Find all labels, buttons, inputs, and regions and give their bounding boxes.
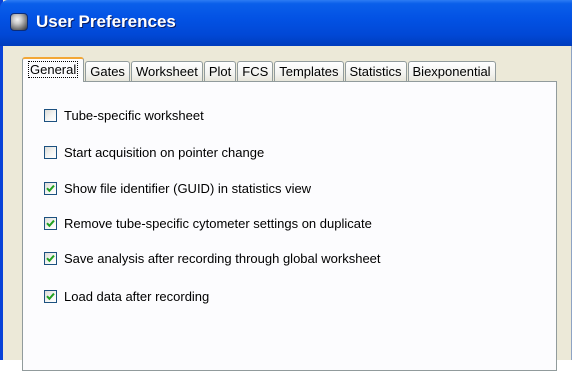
general-settings-panel: Tube-specific worksheet Start acquisitio… — [22, 81, 557, 371]
start-acquisition-checkbox[interactable] — [44, 145, 57, 159]
checkmark-icon — [46, 292, 55, 300]
tab-biexponential[interactable]: Biexponential — [407, 61, 496, 82]
option-label: Save analysis after recording through gl… — [64, 250, 381, 266]
tab-label: General — [28, 61, 79, 78]
tab-fcs[interactable]: FCS — [237, 61, 274, 82]
remove-tube-settings-checkbox[interactable] — [44, 216, 57, 230]
option-save-analysis-after-recording[interactable]: Save analysis after recording through gl… — [44, 250, 381, 266]
window-title: User Preferences — [36, 12, 176, 31]
option-start-acquisition-on-pointer-change[interactable]: Start acquisition on pointer change — [44, 144, 264, 160]
tab-plot[interactable]: Plot — [203, 61, 237, 82]
option-label: Remove tube-specific cytometer settings … — [64, 215, 372, 231]
show-file-identifier-checkbox[interactable] — [44, 181, 57, 195]
checkmark-icon — [46, 219, 55, 227]
option-label: Load data after recording — [64, 288, 210, 304]
title-bar[interactable]: User Preferences — [0, 0, 572, 46]
user-preferences-window: User Preferences General Gates Worksheet… — [0, 0, 572, 371]
option-show-file-identifier[interactable]: Show file identifier (GUID) in statistic… — [44, 180, 311, 196]
tab-general[interactable]: General — [22, 57, 85, 82]
option-load-data-after-recording[interactable]: Load data after recording — [44, 288, 209, 304]
option-remove-tube-specific-settings[interactable]: Remove tube-specific cytometer settings … — [44, 215, 372, 231]
option-label: Show file identifier (GUID) in statistic… — [64, 180, 312, 196]
tab-templates[interactable]: Templates — [274, 61, 344, 82]
save-analysis-checkbox[interactable] — [44, 251, 57, 265]
load-data-checkbox[interactable] — [44, 289, 57, 303]
tab-gates[interactable]: Gates — [85, 61, 130, 82]
tab-statistics[interactable]: Statistics — [344, 61, 407, 82]
option-label: Tube-specific worksheet — [64, 107, 204, 123]
app-icon — [10, 13, 28, 31]
tube-specific-worksheet-checkbox[interactable] — [44, 108, 57, 122]
option-label: Start acquisition on pointer change — [64, 144, 265, 160]
tab-worksheet[interactable]: Worksheet — [130, 61, 203, 82]
checkmark-icon — [46, 184, 55, 192]
tab-strip: General Gates Worksheet Plot FCS Templat… — [22, 56, 497, 82]
option-tube-specific-worksheet[interactable]: Tube-specific worksheet — [44, 107, 204, 123]
checkmark-icon — [46, 254, 55, 262]
